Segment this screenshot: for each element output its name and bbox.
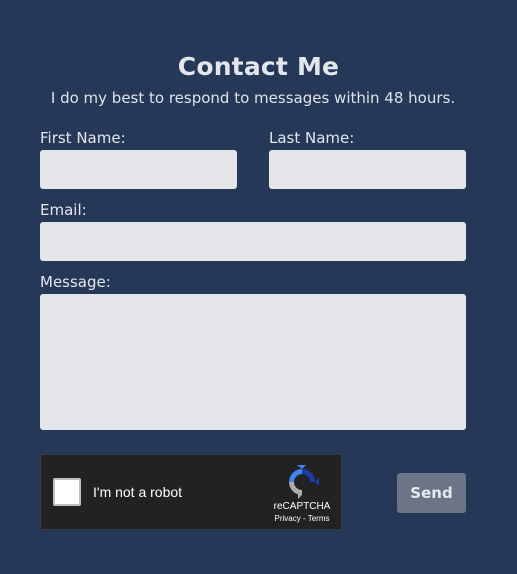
last-name-label: Last Name: [269,129,355,147]
send-button[interactable]: Send [397,473,466,513]
recaptcha-brand: reCAPTCHA [273,501,331,512]
recaptcha-widget: I'm not a robot reCAPTCHA Privacy - Term… [40,454,342,530]
email-label: Email: [40,201,87,219]
first-name-input[interactable] [40,150,237,189]
recaptcha-logo-icon [289,465,319,499]
recaptcha-links[interactable]: Privacy - Terms [266,514,338,523]
page-title: Contact Me [177,52,340,81]
recaptcha-checkbox[interactable] [53,478,81,506]
message-textarea[interactable] [40,294,466,430]
recaptcha-label: I'm not a robot [93,484,183,500]
last-name-input[interactable] [269,150,466,189]
message-label: Message: [40,273,111,291]
page-subtitle: I do my best to respond to messages with… [50,89,456,107]
first-name-label: First Name: [40,129,126,147]
email-input[interactable] [40,222,466,261]
